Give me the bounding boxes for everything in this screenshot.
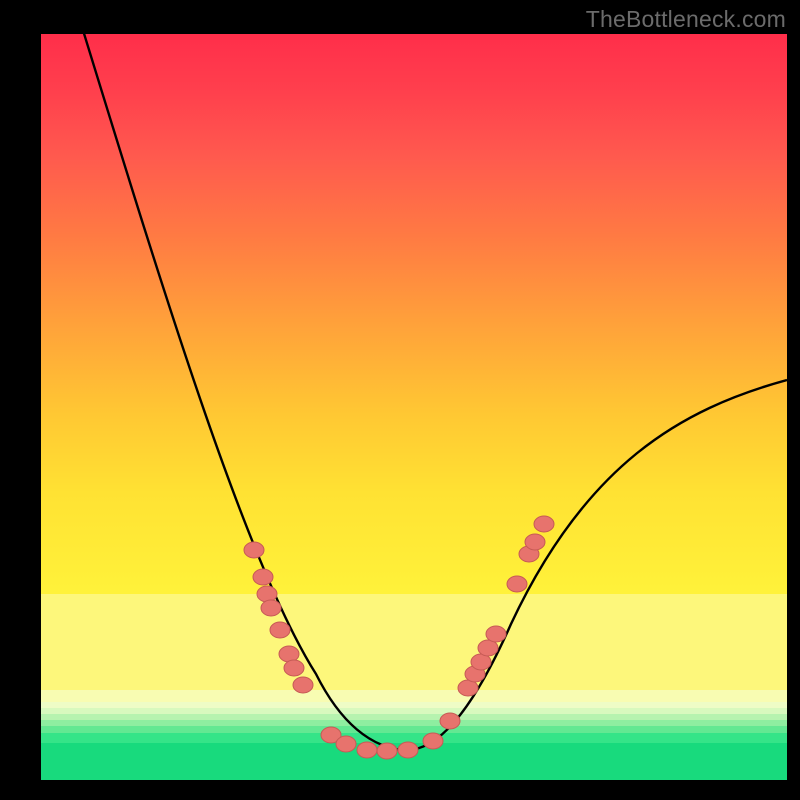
gradient-band <box>41 34 787 594</box>
gradient-band <box>41 594 787 690</box>
gradient-band <box>41 690 787 702</box>
gradient-band <box>41 733 787 743</box>
gradient-band <box>41 743 787 780</box>
gradient-band <box>41 726 787 733</box>
plot-area <box>41 34 787 780</box>
chart-frame: TheBottleneck.com <box>0 0 800 800</box>
watermark-text: TheBottleneck.com <box>586 6 786 33</box>
